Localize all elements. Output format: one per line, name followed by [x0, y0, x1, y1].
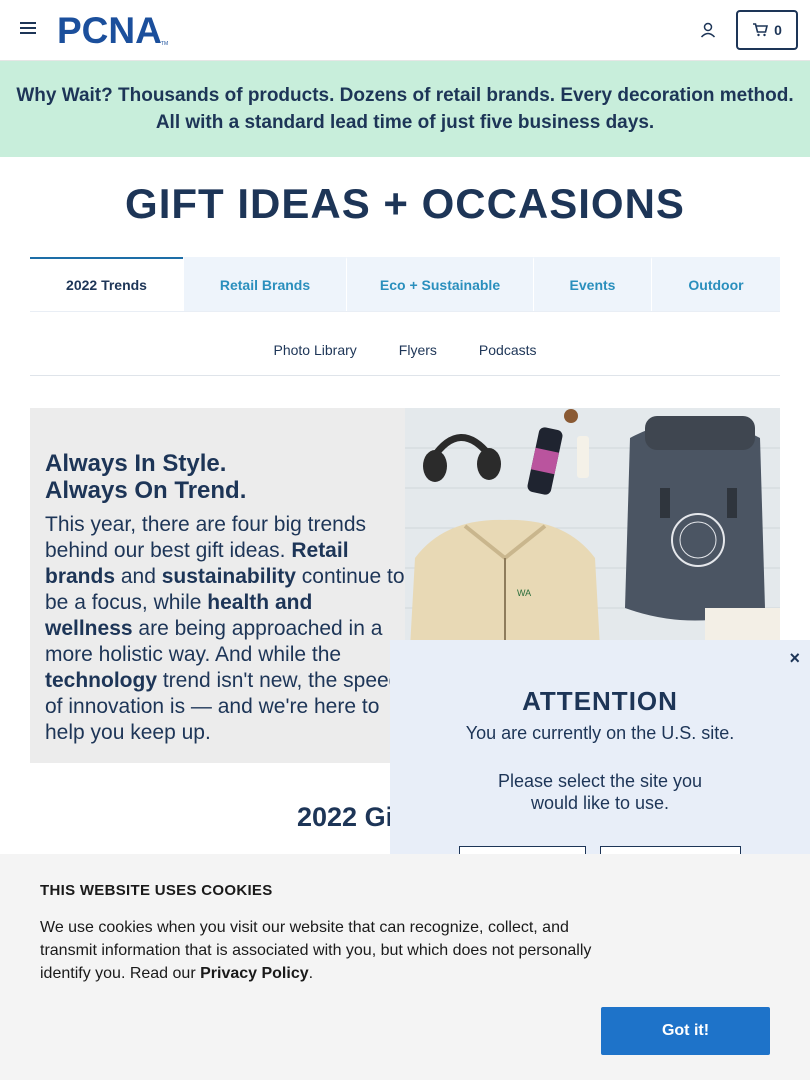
cart-count: 0 [774, 22, 782, 38]
pcna-logo[interactable]: PCNA TM [57, 12, 177, 48]
subnav-flyers[interactable]: Flyers [399, 326, 437, 375]
hero-bold-technology: technology [45, 669, 158, 692]
promo-banner: Why Wait? Thousands of products. Dozens … [0, 61, 810, 157]
cart-button[interactable]: 0 [736, 10, 798, 50]
attention-current-site: You are currently on the U.S. site. [465, 723, 735, 743]
privacy-policy-link[interactable]: Privacy Policy [200, 965, 309, 982]
section-title: 2022 Gi [297, 802, 394, 832]
sub-navigation: Photo Library Flyers Podcasts [30, 326, 780, 376]
hero-heading-line2: Always On Trend. [45, 477, 247, 504]
attention-title: ATTENTION [522, 686, 678, 716]
hero-paragraph: This year, there are four big trends beh… [45, 512, 405, 746]
subnav-photo-library[interactable]: Photo Library [274, 326, 357, 375]
cookie-body: We use cookies when you visit our websit… [40, 919, 592, 982]
cart-icon [753, 23, 769, 37]
subnav-podcasts[interactable]: Podcasts [479, 326, 537, 375]
cookie-text: We use cookies when you visit our websit… [40, 916, 610, 985]
logo-text: PCNA [57, 12, 162, 48]
cookie-title: THIS WEBSITE USES COOKIES [40, 882, 273, 899]
site-header: PCNA TM 0 [0, 0, 810, 61]
occasion-tabs: 2022 Trends Retail Brands Eco + Sustaina… [30, 257, 780, 312]
hero-text-part: and [115, 565, 162, 588]
cookie-banner: THIS WEBSITE USES COOKIES We use cookies… [0, 854, 810, 1080]
hero-text: Always In Style. Always On Trend. This y… [45, 450, 405, 746]
logo-tm: TM [161, 41, 168, 47]
hero-heading-line1: Always In Style. [45, 450, 227, 477]
site-selector-modal: × ATTENTION You are currently on the U.S… [390, 640, 810, 886]
cookie-end: . [308, 965, 314, 982]
products-photo: WA [405, 408, 780, 648]
hero-heading: Always In Style. Always On Trend. [45, 450, 405, 504]
got-it-button[interactable]: Got it! [601, 1007, 770, 1055]
tab-events[interactable]: Events [533, 257, 651, 311]
promo-text: Why Wait? Thousands of products. Dozens … [16, 85, 794, 133]
tab-retail-brands[interactable]: Retail Brands [183, 257, 346, 311]
menu-icon[interactable] [20, 22, 36, 36]
page-title: GIFT IDEAS + OCCASIONS [125, 180, 685, 227]
attention-instructions: Please select the site you would like to… [497, 771, 703, 813]
fleece-logo: WA [517, 588, 531, 598]
tab-eco-sustainable[interactable]: Eco + Sustainable [346, 257, 533, 311]
tab-2022-trends[interactable]: 2022 Trends [30, 257, 183, 311]
hero-bold-sustainability: sustainability [161, 565, 296, 588]
account-icon[interactable] [698, 20, 718, 40]
tab-outdoor[interactable]: Outdoor [651, 257, 780, 311]
close-icon[interactable]: × [789, 648, 800, 669]
